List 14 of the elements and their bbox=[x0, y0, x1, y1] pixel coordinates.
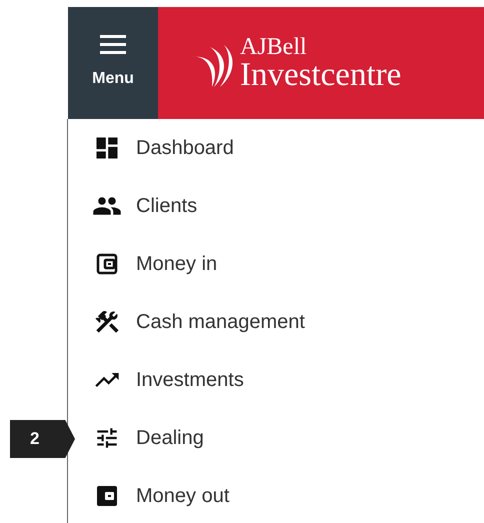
menu-item[interactable]: Dashboard bbox=[78, 119, 484, 177]
menu-icon bbox=[100, 35, 126, 55]
wallet-icon bbox=[96, 485, 118, 507]
logo-product-text: Investcentre bbox=[240, 58, 402, 92]
step-callout: 2 bbox=[10, 420, 75, 458]
menu-button[interactable]: Menu bbox=[68, 7, 158, 119]
menu-item[interactable]: Dealing bbox=[78, 409, 484, 467]
menu-item[interactable]: Money out bbox=[78, 467, 484, 523]
menu-item[interactable]: Investments bbox=[78, 351, 484, 409]
wallet-icon bbox=[96, 253, 118, 275]
menu-item[interactable]: Cash management bbox=[78, 293, 484, 351]
menu-item[interactable]: Money in bbox=[78, 235, 484, 293]
menu-item[interactable]: Clients bbox=[78, 177, 484, 235]
logo-brand-text: AJBell bbox=[240, 36, 308, 58]
